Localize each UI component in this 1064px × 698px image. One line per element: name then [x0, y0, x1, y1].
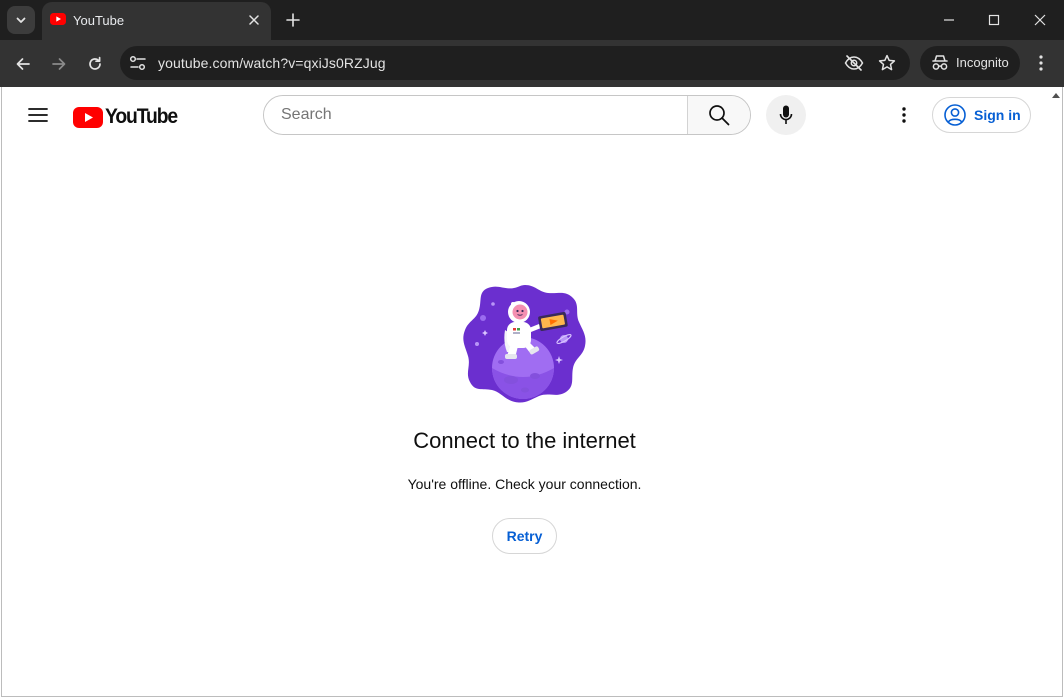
more-vertical-icon: [1039, 55, 1043, 71]
tab-title: YouTube: [73, 13, 125, 28]
minimize-button[interactable]: [926, 0, 972, 40]
new-tab-button[interactable]: [281, 8, 305, 32]
arrow-left-icon: [16, 58, 30, 70]
search-form: [263, 95, 751, 135]
tab-search-button[interactable]: [7, 6, 35, 34]
search-button[interactable]: [687, 96, 750, 134]
incognito-icon: [932, 55, 948, 70]
arrow-right-icon: [52, 58, 66, 70]
youtube-wordmark: YouTube: [105, 105, 178, 128]
voice-search-button[interactable]: [766, 95, 806, 135]
account-circle-icon: [944, 104, 966, 126]
youtube-favicon-icon: [50, 13, 66, 25]
incognito-label: Incognito: [956, 55, 1009, 70]
close-icon: [1034, 14, 1046, 26]
sign-in-button[interactable]: Sign in: [932, 97, 1031, 133]
youtube-logo[interactable]: YouTube: [73, 105, 183, 129]
settings-menu-button[interactable]: [888, 99, 920, 131]
chevron-down-icon: [16, 17, 26, 23]
browser-toolbar: youtube.com/watch?v=qxiJs0RZJug Incognit…: [0, 40, 1064, 87]
minimize-icon: [944, 19, 954, 21]
guide-menu-button[interactable]: [22, 99, 54, 131]
star-icon: [878, 54, 896, 71]
maximize-button[interactable]: [971, 0, 1017, 40]
triangle-up-icon: [1052, 93, 1060, 98]
offline-message: You're offline. Check your connection.: [407, 476, 642, 492]
maximize-icon: [988, 14, 1000, 26]
reload-icon: [89, 56, 101, 70]
tracking-protection-button[interactable]: [842, 51, 866, 75]
astronaut-illustration: [463, 285, 586, 403]
tab-close-button[interactable]: [245, 11, 263, 29]
window-close-button[interactable]: [1017, 0, 1063, 40]
forward-button[interactable]: [45, 50, 73, 78]
offline-title: Connect to the internet: [413, 428, 636, 453]
address-bar[interactable]: youtube.com/watch?v=qxiJs0RZJug: [120, 46, 910, 80]
microphone-icon: [779, 105, 793, 124]
youtube-play-logo-icon: [73, 106, 103, 128]
browser-tab[interactable]: YouTube: [42, 2, 271, 40]
close-icon: [249, 15, 259, 25]
bookmark-star-button[interactable]: [875, 51, 899, 75]
sign-in-label: Sign in: [974, 107, 1021, 123]
tune-icon: [129, 55, 146, 71]
browser-menu-button[interactable]: [1028, 49, 1054, 77]
reload-button[interactable]: [81, 50, 109, 78]
url-text[interactable]: youtube.com/watch?v=qxiJs0RZJug: [158, 55, 386, 71]
more-vertical-icon: [902, 107, 906, 123]
back-button[interactable]: [9, 50, 37, 78]
search-input[interactable]: [264, 96, 687, 134]
hamburger-menu-icon: [28, 108, 48, 122]
scrollbar-up-arrow[interactable]: [1050, 89, 1062, 101]
browser-tab-strip: YouTube: [0, 0, 1064, 40]
plus-icon: [286, 13, 300, 27]
retry-button[interactable]: Retry: [492, 518, 557, 554]
incognito-button[interactable]: Incognito: [920, 46, 1020, 80]
eye-off-icon: [844, 55, 864, 71]
page-viewport: YouTube Sign in: [1, 87, 1063, 697]
search-icon: [709, 105, 730, 126]
site-info-button[interactable]: [124, 49, 152, 77]
